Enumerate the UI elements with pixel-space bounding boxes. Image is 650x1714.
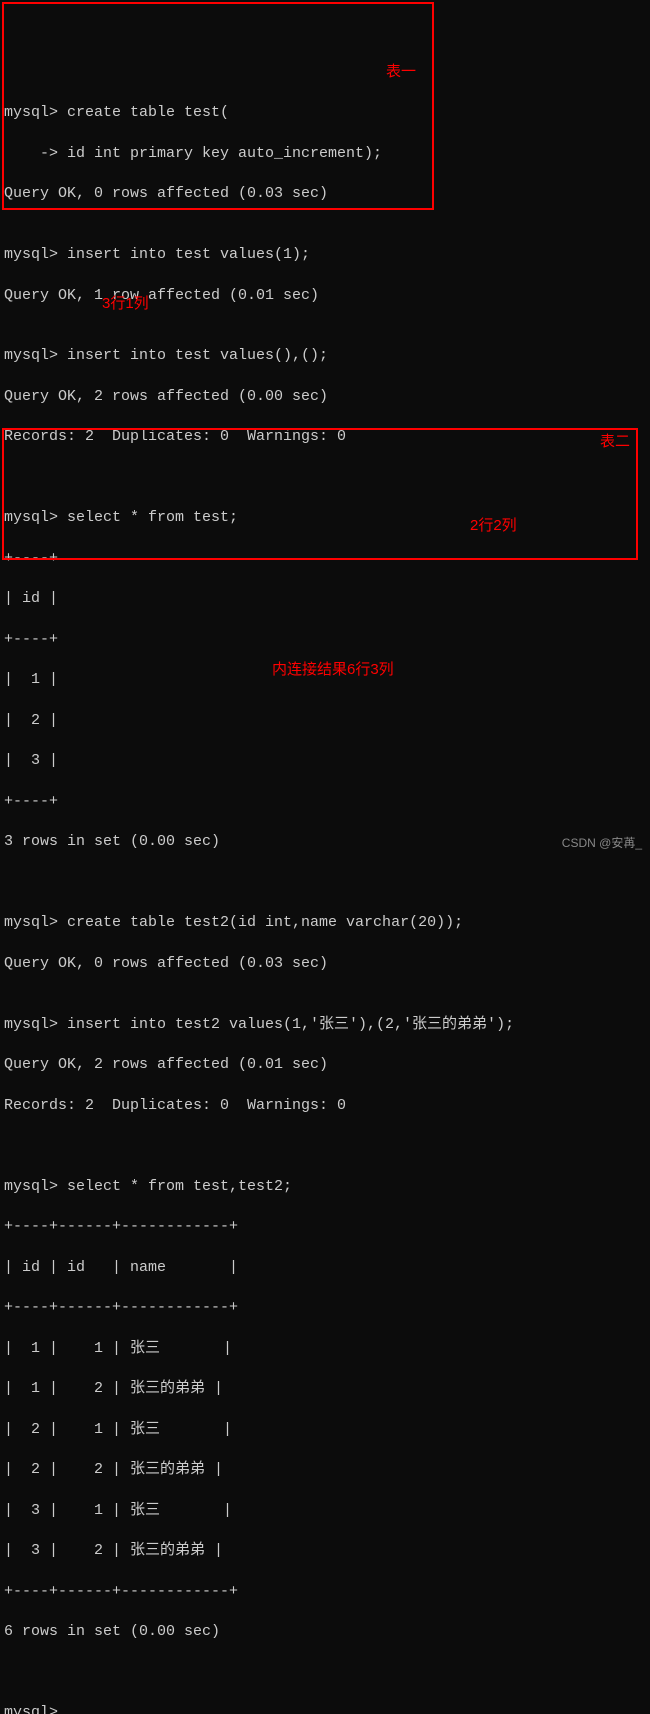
sql-result: Query OK, 0 rows affected (0.03 sec) [4, 954, 646, 974]
sql-result: 3 rows in set (0.00 sec) [4, 832, 646, 852]
table-border: +----+ [4, 549, 646, 569]
blank-line [4, 1663, 646, 1683]
sql-result: Records: 2 Duplicates: 0 Warnings: 0 [4, 1096, 646, 1116]
sql-result: Query OK, 1 row affected (0.01 sec) [4, 286, 646, 306]
table-header: | id | [4, 589, 646, 609]
sql-line: mysql> insert into test values(),(); [4, 346, 646, 366]
annotation-label-table1: 表一 [386, 62, 416, 82]
sql-result: 6 rows in set (0.00 sec) [4, 1622, 646, 1642]
table-row: | 3 | 1 | 张三 | [4, 1501, 646, 1521]
table-row: | 2 | 2 | 张三的弟弟 | [4, 1460, 646, 1480]
sql-line: -> id int primary key auto_increment); [4, 144, 646, 164]
sql-line: mysql> create table test( [4, 103, 646, 123]
sql-result: Records: 2 Duplicates: 0 Warnings: 0 [4, 427, 646, 447]
blank-line [4, 1136, 646, 1156]
table-border: +----+------+------------+ [4, 1298, 646, 1318]
table-border: +----+ [4, 792, 646, 812]
sql-line: mysql> insert into test2 values(1,'张三'),… [4, 1015, 646, 1035]
sql-result: Query OK, 0 rows affected (0.03 sec) [4, 184, 646, 204]
table-border: +----+------+------------+ [4, 1217, 646, 1237]
sql-line: mysql> select * from test,test2; [4, 1177, 646, 1197]
table-border: +----+------+------------+ [4, 1582, 646, 1602]
table-row: | 3 | [4, 751, 646, 771]
sql-result: Query OK, 2 rows affected (0.01 sec) [4, 1055, 646, 1075]
prompt-text: mysql> [4, 1704, 67, 1714]
table-header: | id | id | name | [4, 1258, 646, 1278]
blank-line [4, 873, 646, 893]
terminal-output: mysql> create table test( -> id int prim… [0, 81, 650, 1714]
table-row: | 1 | 2 | 张三的弟弟 | [4, 1379, 646, 1399]
table-row: | 2 | 1 | 张三 | [4, 1420, 646, 1440]
table-row: | 1 | [4, 670, 646, 690]
table-row: | 3 | 2 | 张三的弟弟 | [4, 1541, 646, 1561]
sql-line: mysql> create table test2(id int,name va… [4, 913, 646, 933]
table-border: +----+ [4, 630, 646, 650]
sql-line: mysql> insert into test values(1); [4, 245, 646, 265]
table-row: | 1 | 1 | 张三 | [4, 1339, 646, 1359]
table-row: | 2 | [4, 711, 646, 731]
prompt-line[interactable]: mysql> [4, 1703, 646, 1714]
blank-line [4, 468, 646, 488]
sql-result: Query OK, 2 rows affected (0.00 sec) [4, 387, 646, 407]
sql-line: mysql> select * from test; [4, 508, 646, 528]
